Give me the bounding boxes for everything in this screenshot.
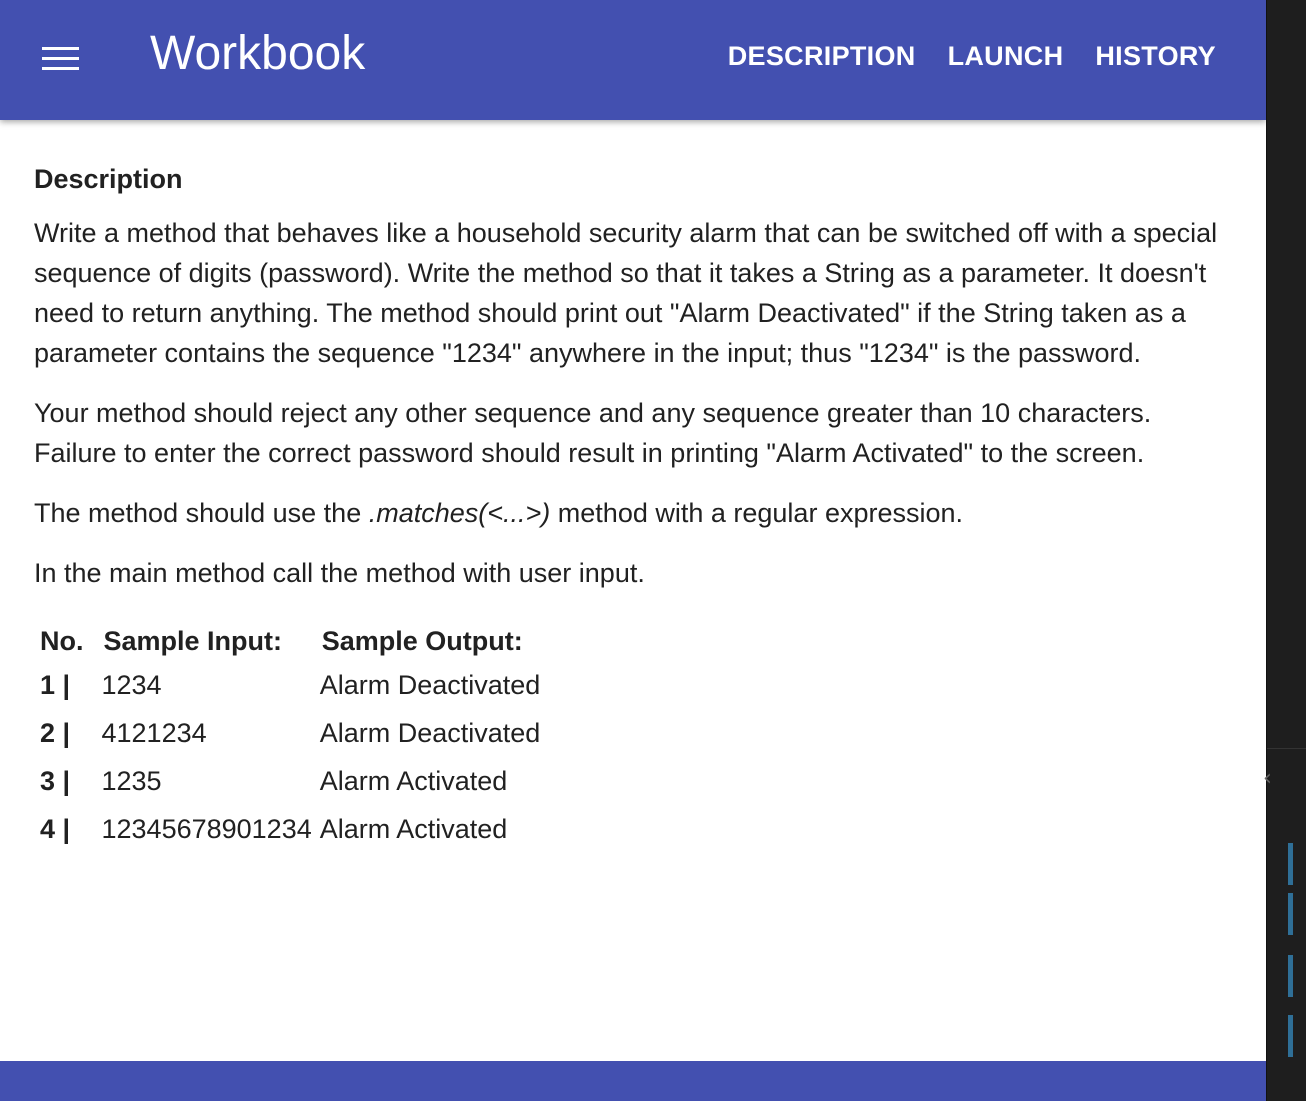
chevron-left-icon[interactable]: ‹ <box>1263 768 1272 790</box>
description-content: Description Write a method that behaves … <box>34 155 1224 853</box>
paragraph-text: method with a regular expression. <box>550 498 964 528</box>
side-panel-marker <box>1288 843 1293 885</box>
menu-icon-line <box>42 57 79 60</box>
sample-output: Alarm Deactivated <box>319 670 541 700</box>
app-title: Workbook <box>150 27 366 80</box>
side-panel: ‹ <box>1263 0 1306 1101</box>
matches-method-reference: .matches(<...>) <box>368 498 551 528</box>
app-bar: Workbook DESCRIPTION LAUNCH HISTORY <box>0 0 1266 120</box>
workbook-app: Workbook DESCRIPTION LAUNCH HISTORY Desc… <box>0 0 1266 1101</box>
table-row: 1 | 1234 Alarm Deactivated <box>38 661 541 709</box>
row-number: 4 | <box>40 814 71 844</box>
row-number: 1 | <box>40 670 71 700</box>
side-panel-divider <box>1267 748 1306 749</box>
column-header-input: Sample Input: <box>103 626 283 656</box>
samples-table: No. Sample Input: Sample Output: 1 | 123… <box>38 621 541 853</box>
side-panel-marker <box>1288 1015 1293 1057</box>
column-header-output: Sample Output: <box>321 626 523 656</box>
samples-header-row: No. Sample Input: Sample Output: <box>38 621 541 661</box>
side-panel-marker <box>1288 955 1293 997</box>
nav-history-tab[interactable]: HISTORY <box>1095 36 1216 76</box>
side-panel-marker <box>1288 893 1293 935</box>
sample-input: 4121234 <box>101 718 207 748</box>
bottom-bar <box>0 1061 1266 1101</box>
nav-description-tab[interactable]: DESCRIPTION <box>728 36 916 76</box>
description-paragraph-3: The method should use the .matches(<...>… <box>34 493 1224 533</box>
description-paragraph-1: Write a method that behaves like a house… <box>34 218 1218 368</box>
sample-output: Alarm Activated <box>319 814 508 844</box>
table-row: 4 | 12345678901234 Alarm Activated <box>38 805 541 853</box>
nav-launch-tab[interactable]: LAUNCH <box>948 36 1064 76</box>
top-nav: DESCRIPTION LAUNCH HISTORY <box>728 36 1216 76</box>
section-heading: Description <box>34 164 183 194</box>
sample-input: 12345678901234 <box>101 814 312 844</box>
description-paragraph-4: In the main method call the method with … <box>34 558 645 588</box>
row-number: 2 | <box>40 718 71 748</box>
menu-icon-line <box>42 67 79 70</box>
column-header-no: No. <box>40 626 84 656</box>
sample-output: Alarm Deactivated <box>319 718 541 748</box>
sample-input: 1234 <box>101 670 162 700</box>
menu-icon-line <box>42 47 79 50</box>
sample-input: 1235 <box>101 766 162 796</box>
sample-output: Alarm Activated <box>319 766 508 796</box>
description-paragraph-2: Your method should reject any other sequ… <box>34 398 1152 468</box>
row-number: 3 | <box>40 766 71 796</box>
hamburger-menu-icon[interactable] <box>30 30 90 86</box>
table-row: 2 | 4121234 Alarm Deactivated <box>38 709 541 757</box>
paragraph-text: The method should use the <box>34 498 369 528</box>
table-row: 3 | 1235 Alarm Activated <box>38 757 541 805</box>
